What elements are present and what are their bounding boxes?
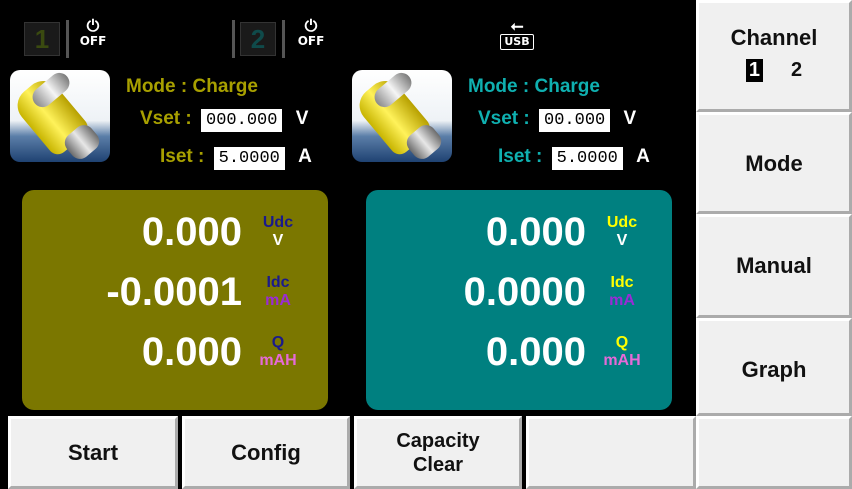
channel-selector: 1 2 xyxy=(699,59,849,82)
softkey-bar: Start Config Capacity Clear xyxy=(0,416,696,489)
channel1-current-reading: -0.0001 xyxy=(106,270,242,314)
channel2-capacity-reading: 0.000 xyxy=(485,330,586,374)
empty-side-button[interactable] xyxy=(696,416,852,489)
usb-icon: ⭠ USB xyxy=(500,18,534,58)
channel2-current-label: Idc mA xyxy=(609,274,635,309)
empty-softkey-button[interactable] xyxy=(526,416,696,489)
channel2-vset: Vset : 00.000 V xyxy=(478,108,637,132)
channel2-indicator: 2 xyxy=(240,22,276,56)
channel1-iset: Iset : 5.0000 A xyxy=(160,146,312,170)
channel1-current-label: Idc mA xyxy=(265,274,291,309)
channel1-capacity-reading: 0.000 xyxy=(141,330,242,374)
channel-option-1[interactable]: 1 xyxy=(745,59,763,82)
channel2-iset-field[interactable]: 5.0000 xyxy=(551,147,623,170)
channel1-settings: Mode : Charge Vset : 000.000 V Iset : 5.… xyxy=(10,70,350,182)
power-icon: ⏻ xyxy=(304,16,318,35)
channel1-mode: Mode : Charge xyxy=(126,76,258,97)
channel2-settings: Mode : Charge Vset : 00.000 V Iset : 5.0… xyxy=(352,70,692,182)
channel1-vset: Vset : 000.000 V xyxy=(140,108,309,132)
channel2-voltage-reading: 0.000 xyxy=(485,210,586,254)
channel1-power-off-icon: ⏻ OFF xyxy=(76,18,110,58)
channel2-mode: Mode : Charge xyxy=(468,76,600,97)
channel1-iset-field[interactable]: 5.0000 xyxy=(213,147,285,170)
divider xyxy=(232,20,235,58)
channel-option-2[interactable]: 2 xyxy=(791,59,802,82)
config-button[interactable]: Config xyxy=(182,416,350,489)
channel2-vset-field[interactable]: 00.000 xyxy=(539,109,611,132)
mode-button[interactable]: Mode xyxy=(696,112,852,214)
channel1-voltage-reading: 0.000 xyxy=(141,210,242,254)
channel2-voltage-label: Udc V xyxy=(606,214,638,249)
divider xyxy=(282,20,285,58)
channel2-current-reading: 0.0000 xyxy=(463,270,586,314)
channel-button[interactable]: Channel 1 2 xyxy=(696,0,852,112)
channel2-capacity-label: Q mAH xyxy=(603,334,641,369)
channel1-vset-field[interactable]: 000.000 xyxy=(201,109,283,132)
channel2-iset: Iset : 5.0000 A xyxy=(498,146,650,170)
graph-button[interactable]: Graph xyxy=(696,318,852,416)
channel2-power-off-icon: ⏻ OFF xyxy=(294,18,328,58)
side-menu: Channel 1 2 Mode Manual Graph xyxy=(696,0,852,489)
status-bar: 1 ⏻ OFF 2 ⏻ OFF ⭠ USB xyxy=(0,0,696,64)
power-icon: ⏻ xyxy=(86,16,100,35)
channel1-indicator: 1 xyxy=(24,22,60,56)
divider xyxy=(66,20,69,58)
manual-button[interactable]: Manual xyxy=(696,214,852,318)
battery-icon xyxy=(352,70,452,162)
channel2-measurement-panel: 0.000 Udc V 0.0000 Idc mA 0.000 Q mAH xyxy=(366,190,672,410)
start-button[interactable]: Start xyxy=(8,416,178,489)
channel1-voltage-label: Udc V xyxy=(262,214,294,249)
capacity-clear-button[interactable]: Capacity Clear xyxy=(354,416,522,489)
channel1-measurement-panel: 0.000 Udc V -0.0001 Idc mA 0.000 Q mAH xyxy=(22,190,328,410)
battery-icon xyxy=(10,70,110,162)
channel1-capacity-label: Q mAH xyxy=(259,334,297,369)
